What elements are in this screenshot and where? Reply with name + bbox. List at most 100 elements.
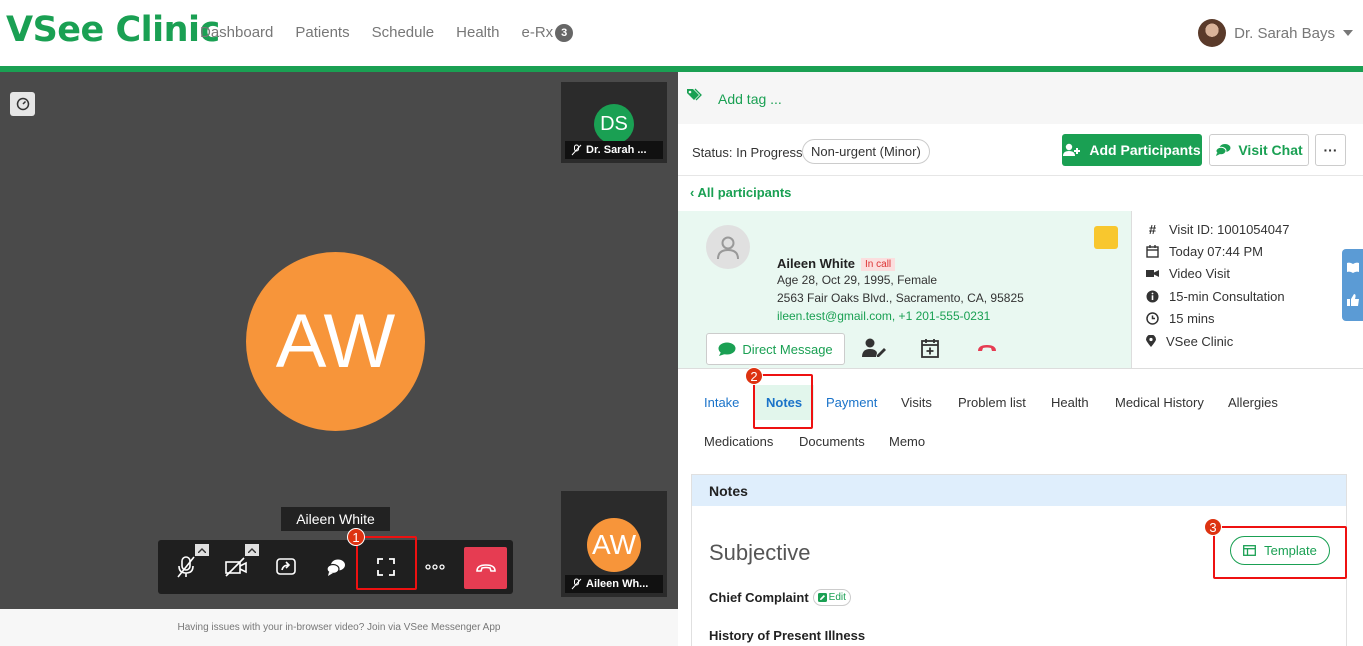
step-marker-1: 1 bbox=[347, 528, 365, 546]
user-plus-icon bbox=[1063, 143, 1081, 156]
calendar-plus-icon[interactable] bbox=[921, 338, 939, 358]
mic-muted-icon bbox=[571, 578, 582, 590]
tag-row: Add tag ... bbox=[678, 72, 1363, 124]
main-participant-avatar: AW bbox=[246, 252, 425, 431]
comment-icon bbox=[718, 342, 736, 356]
tab-allergies[interactable]: Allergies bbox=[1228, 395, 1278, 410]
connection-speed-button[interactable] bbox=[10, 92, 35, 116]
chat-bubbles-icon bbox=[1215, 144, 1231, 156]
patient-avatar bbox=[706, 225, 750, 269]
participant-name-tooltip: Aileen White bbox=[281, 507, 390, 531]
camera-options-button[interactable] bbox=[245, 544, 259, 556]
sticky-note-icon[interactable] bbox=[1094, 226, 1118, 249]
tab-intake[interactable]: Intake bbox=[704, 395, 739, 410]
visit-consult: 15-min Consultation bbox=[1169, 289, 1285, 304]
visit-info-panel: # Visit ID: 1001054047 Today 07:44 PM Vid… bbox=[1131, 211, 1363, 369]
urgency-badge[interactable]: Non-urgent (Minor) bbox=[802, 139, 930, 164]
patient-thumb-avatar: AW bbox=[587, 518, 641, 572]
browser-video-help-note[interactable]: Having issues with your in-browser video… bbox=[0, 609, 678, 646]
user-menu[interactable]: Dr. Sarah Bays bbox=[1198, 19, 1353, 47]
mic-options-button[interactable] bbox=[195, 544, 209, 556]
patient-demographics: Age 28, Oct 29, 1995, Female bbox=[777, 273, 938, 287]
tab-medications[interactable]: Medications bbox=[704, 434, 773, 449]
caret-down-icon bbox=[1343, 30, 1353, 36]
mic-off-icon bbox=[177, 556, 195, 578]
step-marker-2: 2 bbox=[745, 367, 763, 385]
tags-icon bbox=[687, 88, 702, 101]
status-row: Status: In Progress Non-urgent (Minor) A… bbox=[678, 124, 1363, 176]
visit-chat-label: Visit Chat bbox=[1238, 142, 1303, 158]
hpi-heading: History of Present Illness bbox=[709, 628, 866, 643]
camera-off-icon bbox=[225, 557, 247, 577]
vsee-clinic-logo[interactable]: VSee Clinic bbox=[6, 10, 220, 50]
tab-documents[interactable]: Documents bbox=[799, 434, 865, 449]
edit-chief-complaint-button[interactable]: Edit bbox=[812, 589, 851, 606]
in-call-badge: In call bbox=[861, 258, 896, 271]
visit-status: Status: In Progress bbox=[692, 145, 803, 160]
self-video-thumbnail[interactable]: DS Dr. Sarah ... bbox=[561, 82, 667, 163]
main-nav: Dashboard Patients Schedule Health e-Rx 3 bbox=[200, 24, 574, 42]
call-controls-bar bbox=[158, 540, 513, 594]
chevron-up-icon bbox=[248, 547, 256, 553]
tab-problem-list[interactable]: Problem list bbox=[958, 395, 1026, 410]
template-highlight bbox=[1213, 526, 1347, 579]
nav-erx[interactable]: e-Rx 3 bbox=[522, 24, 574, 42]
tab-visits[interactable]: Visits bbox=[901, 395, 932, 410]
patient-thumb-name: Aileen Wh... bbox=[586, 578, 649, 590]
nav-patients[interactable]: Patients bbox=[295, 24, 349, 42]
add-participants-button[interactable]: Add Participants bbox=[1062, 134, 1202, 166]
user-avatar bbox=[1198, 19, 1227, 47]
nav-dashboard[interactable]: Dashboard bbox=[200, 24, 273, 42]
step-marker-3: 3 bbox=[1204, 518, 1222, 536]
book-icon bbox=[1347, 262, 1359, 273]
patient-video-thumbnail[interactable]: AW Aileen Wh... bbox=[561, 491, 667, 597]
more-actions-button[interactable]: ··· bbox=[1315, 134, 1346, 166]
add-tag-link[interactable]: Add tag ... bbox=[718, 91, 782, 107]
all-participants-link[interactable]: ‹ All participants bbox=[690, 185, 791, 200]
edit-label: Edit bbox=[828, 592, 846, 603]
chat-button[interactable] bbox=[316, 547, 356, 587]
patient-card: Aileen White In call Age 28, Oct 29, 1995… bbox=[678, 211, 1131, 369]
clock-icon bbox=[1146, 312, 1159, 325]
subjective-heading: Subjective bbox=[709, 540, 811, 565]
more-options-button[interactable] bbox=[415, 547, 455, 587]
visit-clinic: VSee Clinic bbox=[1166, 334, 1234, 349]
visit-duration: 15 mins bbox=[1169, 311, 1215, 326]
visit-id-row: # Visit ID: 1001054047 bbox=[1146, 222, 1290, 237]
tab-health[interactable]: Health bbox=[1051, 395, 1089, 410]
speedometer-icon bbox=[16, 97, 29, 111]
share-screen-button[interactable] bbox=[266, 547, 306, 587]
chief-complaint-label: Chief Complaint bbox=[709, 590, 809, 605]
tab-memo[interactable]: Memo bbox=[889, 434, 925, 449]
patient-name-text: Aileen White bbox=[777, 256, 856, 271]
visit-time-row: Today 07:44 PM bbox=[1146, 244, 1263, 259]
visit-duration-row: 15 mins bbox=[1146, 311, 1215, 326]
info-circle-icon bbox=[1146, 290, 1159, 303]
user-edit-icon[interactable] bbox=[862, 338, 886, 358]
tab-medical-history[interactable]: Medical History bbox=[1115, 395, 1204, 410]
visit-clinic-row: VSee Clinic bbox=[1146, 334, 1233, 349]
fullscreen-highlight bbox=[356, 536, 417, 590]
patient-contact[interactable]: ileen.test@gmail.com, +1 201-555-0231 bbox=[777, 309, 990, 323]
self-avatar: DS bbox=[594, 104, 634, 144]
tab-payment[interactable]: Payment bbox=[826, 395, 877, 410]
share-screen-icon bbox=[276, 558, 296, 575]
user-name: Dr. Sarah Bays bbox=[1234, 24, 1335, 42]
visit-id: Visit ID: 1001054047 bbox=[1169, 222, 1290, 237]
thumbs-up-icon bbox=[1347, 294, 1359, 306]
erx-count-badge: 3 bbox=[555, 24, 574, 42]
direct-message-button[interactable]: Direct Message bbox=[706, 333, 845, 365]
end-call-icon[interactable] bbox=[977, 344, 997, 353]
nav-health[interactable]: Health bbox=[456, 24, 499, 42]
visit-time: Today 07:44 PM bbox=[1169, 244, 1263, 259]
user-silhouette-icon bbox=[717, 236, 739, 260]
video-call-area: AW DS Dr. Sarah ... AW Aileen Wh... Aile… bbox=[0, 72, 678, 609]
visit-chat-button[interactable]: Visit Chat bbox=[1209, 134, 1309, 166]
feedback-side-widget[interactable] bbox=[1342, 249, 1363, 321]
self-thumb-name: Dr. Sarah ... bbox=[586, 144, 647, 156]
end-call-button[interactable] bbox=[464, 547, 507, 589]
calendar-icon bbox=[1146, 245, 1159, 258]
nav-schedule[interactable]: Schedule bbox=[372, 24, 435, 42]
ellipsis-icon bbox=[425, 564, 445, 570]
self-thumb-label: Dr. Sarah ... bbox=[565, 141, 663, 159]
